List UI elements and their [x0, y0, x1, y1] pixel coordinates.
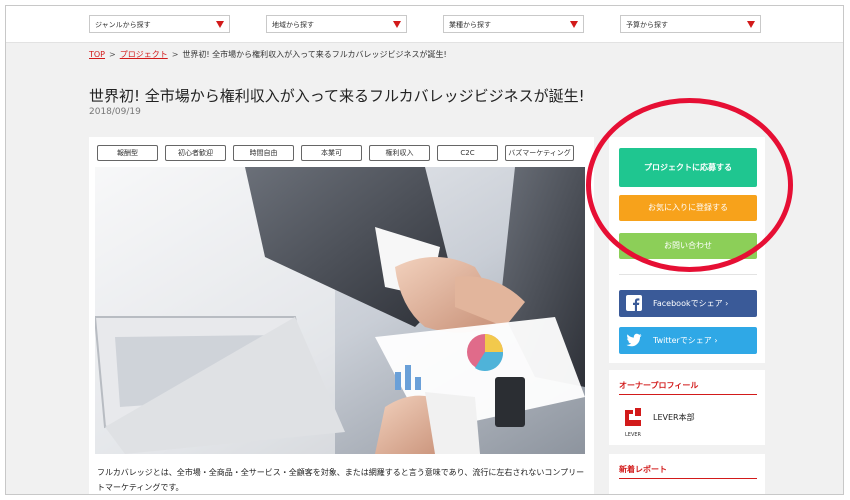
article-panel: 報酬型 初心者歓迎 時間自由 本業可 権利収入 C2C バズマーケティング フル… [89, 137, 594, 494]
tag-chip[interactable]: 初心者歓迎 [165, 145, 226, 161]
breadcrumb-top-link[interactable]: TOP [89, 50, 105, 59]
region-filter-select[interactable]: 地域から探す [266, 15, 407, 33]
breadcrumb-project-link[interactable]: プロジェクト [120, 50, 168, 59]
tag-chip[interactable]: C2C [437, 145, 498, 161]
owner-name-link[interactable]: LEVER本部 [653, 412, 695, 423]
tag-chip[interactable]: 時間自由 [233, 145, 294, 161]
heading-underline [619, 478, 757, 479]
twitter-icon [626, 333, 642, 347]
tag-chip[interactable]: 権利収入 [369, 145, 430, 161]
genre-filter-label: ジャンルから探す [95, 21, 151, 29]
facebook-share-label: Facebookでシェア › [653, 299, 729, 308]
genre-filter-select[interactable]: ジャンルから探す [89, 15, 230, 33]
twitter-share-button[interactable]: Twitterでシェア › [619, 327, 757, 354]
tag-chip[interactable]: バズマーケティング [505, 145, 574, 161]
industry-filter-label: 業種から探す [449, 21, 491, 29]
chevron-down-icon [216, 21, 224, 28]
hero-image-handshake [95, 167, 585, 454]
facebook-icon [626, 295, 642, 311]
budget-filter-select[interactable]: 予算から探す [620, 15, 761, 33]
region-filter-label: 地域から探す [272, 21, 314, 29]
budget-filter-label: 予算から探す [626, 21, 668, 29]
browser-frame: ジャンルから探す 地域から探す 業種から探す 予算から探す TOP > プロジェクト… [5, 5, 844, 495]
chevron-down-icon [570, 21, 578, 28]
post-date: 2018/09/19 [89, 107, 141, 117]
divider [619, 274, 757, 275]
owner-profile-panel: オーナープロフィール LEVER LEVER本部 [609, 370, 765, 445]
article-description: フルカバレッジとは、全市場・全商品・全サービス・全顧客を対象、または網羅すると言… [97, 468, 585, 492]
facebook-share-button[interactable]: Facebookでシェア › [619, 290, 757, 317]
chevron-down-icon [393, 21, 401, 28]
breadcrumb: TOP > プロジェクト > 世界初! 全市場から権利収入が入って来るフルカバレッジビジ… [89, 49, 447, 60]
tag-chip[interactable]: 報酬型 [97, 145, 158, 161]
industry-filter-select[interactable]: 業種から探す [443, 15, 584, 33]
owner-profile-heading: オーナープロフィール [619, 381, 699, 390]
page-title: 世界初! 全市場から権利収入が入って来るフルカバレッジビジネスが誕生! [89, 87, 585, 105]
heading-underline [619, 394, 757, 395]
lever-logo-icon[interactable]: LEVER [621, 406, 645, 438]
breadcrumb-separator: > [109, 50, 116, 59]
tag-chip[interactable]: 本業可 [301, 145, 362, 161]
new-reports-panel: 新着レポート [609, 454, 765, 494]
chevron-down-icon [747, 21, 755, 28]
twitter-share-label: Twitterでシェア › [653, 336, 718, 345]
highlight-circle-annotation [586, 98, 793, 272]
breadcrumb-separator: > [171, 50, 179, 59]
filter-bar: ジャンルから探す 地域から探す 業種から探す 予算から探す [6, 6, 843, 43]
lever-logo-text: LEVER [625, 432, 641, 438]
breadcrumb-current: 世界初! 全市場から権利収入が入って来るフルカバレッジビジネスが誕生! [182, 50, 447, 59]
new-reports-heading: 新着レポート [619, 465, 667, 474]
